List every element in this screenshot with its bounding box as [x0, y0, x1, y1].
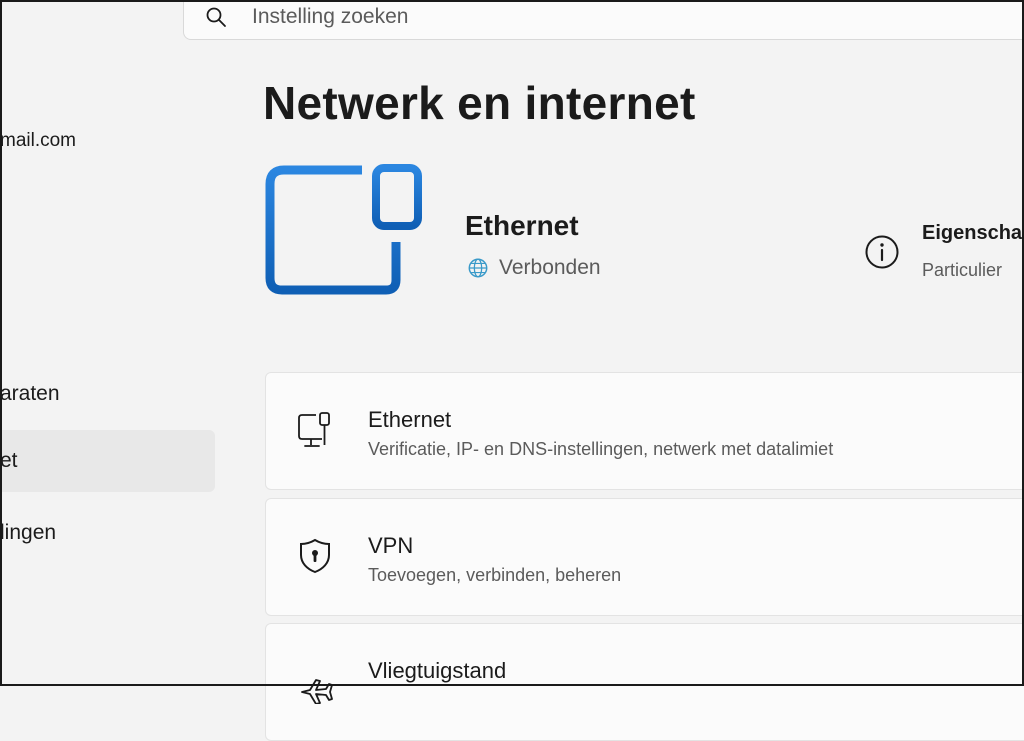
card-title: VPN: [368, 533, 414, 558]
sidebar-item-network-internet[interactable]: et: [0, 430, 215, 492]
sidebar-item-personalization[interactable]: lingen: [0, 502, 215, 564]
airplane-mode-card[interactable]: Vliegtuigstand: [265, 623, 1024, 741]
ethernet-card[interactable]: Ethernet Verificatie, IP- en DNS-instell…: [265, 372, 1024, 490]
sidebar-item-bluetooth-devices[interactable]: araten: [0, 363, 215, 425]
connection-status: Verbonden: [467, 256, 601, 280]
card-subtitle: Verificatie, IP- en DNS-instellingen, ne…: [368, 439, 834, 459]
ethernet-monitor-icon: [265, 164, 422, 327]
sidebar-item-label: et: [0, 449, 18, 472]
ethernet-icon: [298, 412, 330, 447]
vpn-card[interactable]: VPN Toevoegen, verbinden, beheren: [265, 498, 1024, 616]
search-input[interactable]: [252, 4, 852, 30]
sidebar-item-label: lingen: [0, 521, 57, 544]
properties-subtitle: Particulier: [922, 260, 1003, 280]
card-title: Ethernet: [368, 407, 452, 432]
info-icon: [865, 235, 899, 269]
properties-link[interactable]: Eigenscha Particulier: [864, 218, 1024, 288]
sidebar-item-label: araten: [0, 382, 60, 405]
airplane-icon: [301, 679, 333, 704]
shield-icon: [300, 538, 330, 574]
search-icon: [206, 7, 226, 27]
connection-name: Ethernet: [465, 210, 579, 241]
account-email: mail.com: [0, 130, 77, 151]
card-title: Vliegtuigstand: [368, 658, 507, 683]
globe-icon: [468, 258, 488, 278]
connection-status-label: Verbonden: [499, 256, 601, 279]
properties-title: Eigenscha: [922, 222, 1023, 244]
page-title: Netwerk en internet: [263, 77, 696, 129]
card-subtitle: Toevoegen, verbinden, beheren: [368, 565, 622, 585]
search-box[interactable]: [183, 0, 1024, 40]
